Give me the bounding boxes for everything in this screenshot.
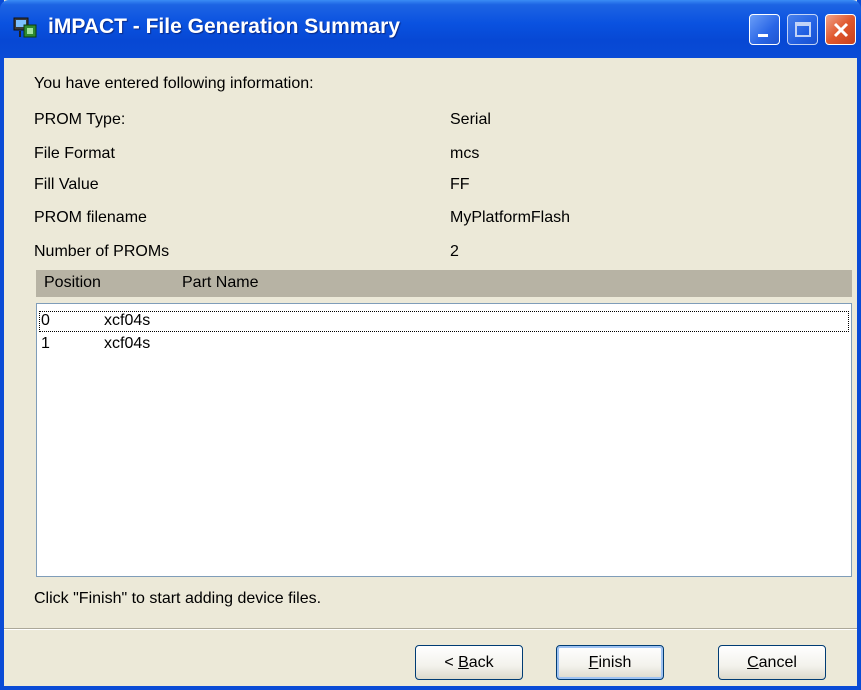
fill-value-label: Fill Value — [34, 176, 99, 193]
list-item[interactable]: 1 xcf04s — [39, 334, 849, 355]
prom-filename-value: MyPlatformFlash — [450, 209, 571, 226]
parts-listbox[interactable]: 0 xcf04s 1 xcf04s — [36, 303, 852, 577]
list-item-part-name: xcf04s — [104, 312, 151, 329]
file-format-label: File Format — [34, 145, 115, 162]
back-button[interactable]: < Back — [415, 645, 523, 680]
prom-type-value: Serial — [450, 111, 491, 128]
prom-type-label: PROM Type: — [34, 111, 126, 128]
cancel-button-mnemonic: C — [747, 654, 759, 671]
maximize-button[interactable] — [787, 14, 818, 45]
minimize-icon — [758, 34, 768, 37]
maximize-icon — [795, 22, 811, 37]
number-of-proms-label: Number of PROMs — [34, 243, 170, 260]
list-item-position: 0 — [41, 312, 50, 329]
cancel-button[interactable]: Cancel — [718, 645, 826, 680]
list-item-position: 1 — [41, 335, 50, 352]
minimize-button[interactable] — [749, 14, 780, 45]
separator — [4, 628, 857, 630]
finish-button[interactable]: Finish — [556, 645, 664, 680]
footer-note: Click "Finish" to start adding device fi… — [34, 590, 322, 607]
column-header-part-name[interactable]: Part Name — [182, 274, 258, 292]
back-button-prefix: < — [444, 654, 459, 671]
finish-button-label-rest: inish — [598, 654, 632, 671]
intro-text: You have entered following information: — [34, 75, 314, 92]
finish-button-mnemonic: F — [588, 654, 599, 671]
list-item-part-name: xcf04s — [104, 335, 151, 352]
title-bar[interactable]: iMPACT - File Generation Summary — [0, 0, 861, 58]
window-title: iMPACT - File Generation Summary — [48, 15, 401, 38]
impact-app-icon — [13, 17, 37, 38]
list-header: Position Part Name — [36, 270, 852, 297]
close-icon — [833, 22, 849, 38]
list-item[interactable]: 0 xcf04s — [39, 311, 849, 332]
number-of-proms-value: 2 — [450, 243, 459, 260]
file-format-value: mcs — [450, 145, 480, 162]
prom-filename-label: PROM filename — [34, 209, 147, 226]
close-button[interactable] — [825, 14, 856, 45]
cancel-button-label-rest: ancel — [758, 654, 797, 671]
back-button-mnemonic: B — [458, 654, 469, 671]
fill-value-value: FF — [450, 176, 470, 193]
dialog-window: iMPACT - File Generation Summary You hav… — [0, 0, 861, 690]
back-button-label-rest: ack — [468, 654, 494, 671]
column-header-position[interactable]: Position — [44, 274, 101, 292]
